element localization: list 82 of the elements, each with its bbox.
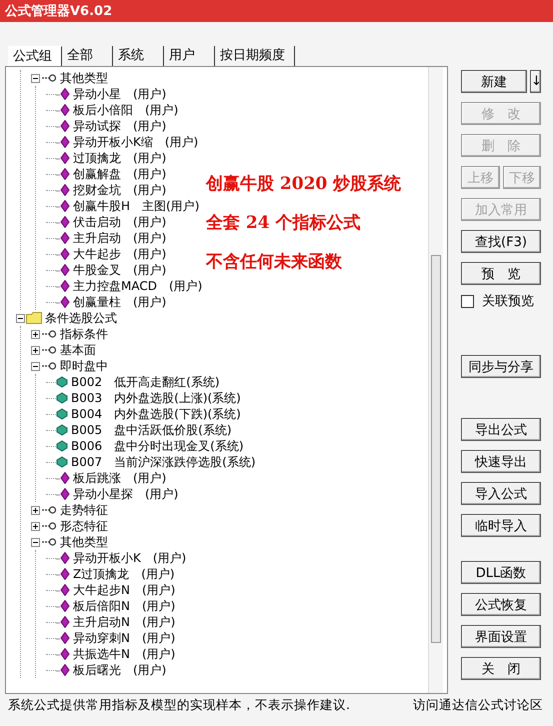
- tree-item[interactable]: 指标条件: [60, 326, 108, 342]
- expand-toggle[interactable]: [31, 346, 40, 354]
- window-title: 公式管理器V6.02: [5, 3, 112, 20]
- cube-icon: [56, 424, 68, 436]
- tree-item[interactable]: 异动穿刺N (用户): [73, 630, 176, 646]
- tree-item[interactable]: 主力控盘MACD (用户): [73, 278, 202, 294]
- collapse-toggle[interactable]: [31, 538, 40, 546]
- tree-item[interactable]: 条件选股公式: [45, 310, 117, 326]
- tree-item[interactable]: 异动试探 (用户): [73, 118, 166, 134]
- expand-toggle[interactable]: [31, 330, 40, 338]
- tree-item[interactable]: B003 内外盘选股(上涨)(系统): [71, 390, 241, 406]
- key-icon: [41, 74, 57, 82]
- action-button[interactable]: 导入公式: [461, 482, 541, 505]
- tree-item[interactable]: 创赢解盘 (用户): [73, 166, 166, 182]
- action-button[interactable]: 查找(F3): [461, 230, 541, 253]
- cube-icon: [56, 408, 68, 420]
- promo-text: 创赢牛股 2020 炒股系统: [206, 173, 402, 195]
- cube-icon: [56, 376, 68, 388]
- tree-item[interactable]: 牛股金叉 (用户): [73, 262, 166, 278]
- folder-icon: [26, 312, 42, 324]
- tab[interactable]: 公式组: [8, 46, 62, 66]
- tree-item[interactable]: 主升启动N (用户): [73, 614, 176, 630]
- tree-item[interactable]: 走势特征: [60, 502, 108, 518]
- tree-item[interactable]: 其他类型: [60, 534, 108, 550]
- action-button[interactable]: 导出公式: [461, 418, 541, 441]
- key-icon: [41, 506, 57, 514]
- cube-icon: [56, 392, 68, 404]
- tree-item[interactable]: Z过顶擒龙 (用户): [73, 566, 175, 582]
- checkbox-label: 关联预览: [482, 293, 534, 310]
- expand-toggle[interactable]: [31, 522, 40, 530]
- tree-item[interactable]: B005 盘中活跃低价股(系统): [71, 422, 232, 438]
- action-button[interactable]: 界面设置: [461, 625, 541, 648]
- tree-item[interactable]: 板后曙光 (用户): [73, 662, 166, 678]
- tree-item[interactable]: 即时盘中: [60, 358, 108, 374]
- tree-item[interactable]: 基本面: [60, 342, 96, 358]
- tree-item[interactable]: B006 盘中分时出现金叉(系统): [71, 438, 244, 454]
- tree-item[interactable]: B002 低开高走翻红(系统): [71, 374, 220, 390]
- promo-text: 全套 24 个指标公式: [206, 212, 362, 234]
- action-button[interactable]: 公式恢复: [461, 593, 541, 616]
- tree-item[interactable]: 大牛起步N (用户): [73, 582, 176, 598]
- tree-item[interactable]: 伏击启动 (用户): [73, 214, 166, 230]
- collapse-toggle[interactable]: [31, 362, 40, 370]
- tree-item[interactable]: 异动开板小K (用户): [73, 550, 186, 566]
- tree-item[interactable]: 异动开板小K缩 (用户): [73, 134, 198, 150]
- checkbox[interactable]: [461, 294, 474, 308]
- cube-icon: [56, 456, 68, 468]
- tree-item[interactable]: B004 内外盘选股(下跌)(系统): [71, 406, 241, 422]
- tree-item[interactable]: 异动小星 (用户): [73, 86, 166, 102]
- tree-item[interactable]: 形态特征: [60, 518, 108, 534]
- key-icon: [41, 362, 57, 370]
- collapse-toggle[interactable]: [16, 314, 25, 322]
- key-icon: [41, 346, 57, 354]
- key-icon: [41, 330, 57, 338]
- collapse-toggle[interactable]: [31, 74, 40, 82]
- action-button[interactable]: 同步与分享: [461, 355, 541, 378]
- forum-link[interactable]: 访问通达信公式讨论区: [413, 697, 543, 714]
- tree-item[interactable]: 创赢量柱 (用户): [73, 294, 166, 310]
- tree-item[interactable]: 大牛起步 (用户): [73, 246, 166, 262]
- action-button[interactable]: 快速导出: [461, 450, 541, 473]
- tree-item[interactable]: 挖财金坑 (用户): [73, 182, 166, 198]
- tree-item[interactable]: 共振选牛N (用户): [73, 646, 176, 662]
- tree-item[interactable]: 其他类型: [60, 70, 108, 86]
- tree-item[interactable]: 板后倍阳N (用户): [73, 598, 176, 614]
- promo-text: 不含任何未来函数: [206, 251, 343, 273]
- dropdown-button[interactable]: ↓: [530, 70, 541, 93]
- new-button[interactable]: 新建: [461, 70, 527, 93]
- tree-item[interactable]: 创赢牛股H 主图(用户): [73, 198, 200, 214]
- key-icon: [41, 538, 57, 546]
- action-button[interactable]: DLL函数: [461, 561, 541, 584]
- tree-item[interactable]: 板后小倍阳 (用户): [73, 102, 178, 118]
- tree-item[interactable]: 过顶擒龙 (用户): [73, 150, 166, 166]
- expand-toggle[interactable]: [31, 506, 40, 514]
- tree-item[interactable]: B007 当前沪深涨跌停选股(系统): [71, 454, 256, 470]
- cube-icon: [56, 440, 68, 452]
- tree-item[interactable]: 主升启动 (用户): [73, 230, 166, 246]
- action-button[interactable]: 关 闭: [461, 657, 541, 680]
- tree-item[interactable]: 板后跳涨 (用户): [73, 470, 166, 486]
- action-button[interactable]: 临时导入: [461, 514, 541, 537]
- tree-item[interactable]: 异动小星探 (用户): [73, 486, 178, 502]
- status-text: 系统公式提供常用指标及模型的实现样本，不表示操作建议.: [8, 697, 350, 714]
- key-icon: [41, 522, 57, 530]
- action-button[interactable]: 预 览: [461, 262, 541, 285]
